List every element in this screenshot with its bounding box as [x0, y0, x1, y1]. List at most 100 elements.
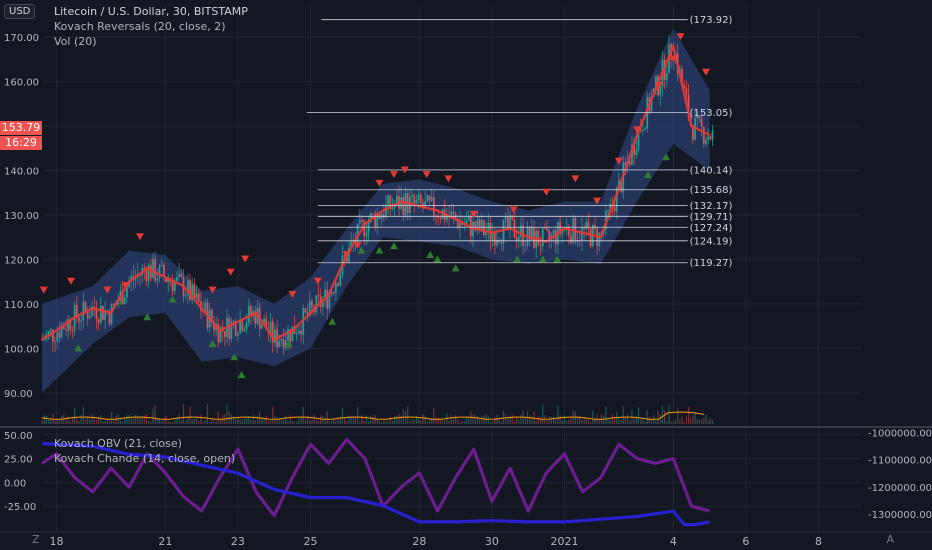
candle-body [245, 322, 248, 329]
volume-bar [237, 417, 239, 424]
candle-body [567, 226, 570, 236]
volume-bar [502, 410, 505, 424]
candle-body [260, 324, 263, 329]
volume-bar [267, 421, 270, 424]
volume-bar [568, 419, 570, 424]
currency-badge[interactable]: USD [4, 4, 36, 19]
legend-kovach-obv[interactable]: Kovach OBV (21, close) [54, 436, 235, 451]
volume-bar [148, 420, 150, 424]
volume-bar [344, 417, 346, 424]
volume-bar [426, 421, 428, 424]
volume-bar [437, 417, 439, 424]
volume-bar [269, 420, 272, 424]
volume-bar [298, 418, 300, 424]
volume-bar [592, 410, 594, 424]
candle-body [685, 88, 688, 95]
volume-bar [624, 417, 627, 424]
volume-bar [126, 414, 128, 424]
zoom-button[interactable]: Z [32, 533, 40, 546]
candle-body [152, 258, 154, 279]
legend-volume[interactable]: Vol (20) [54, 34, 248, 49]
price-axis-label: 90.00 [4, 389, 33, 400]
volume-bar [550, 416, 553, 424]
volume-bar [283, 420, 285, 424]
volume-bar [677, 408, 679, 424]
volume-bar [424, 415, 426, 424]
time-axis-label: 23 [231, 535, 245, 548]
volume-bar [250, 419, 252, 424]
volume-bar [367, 421, 370, 424]
volume-bar [152, 408, 154, 424]
volume-bar [324, 417, 326, 424]
volume-bar [361, 414, 363, 424]
candle-body [82, 301, 85, 321]
volume-bar [180, 420, 182, 424]
volume-bar [391, 420, 394, 424]
volume-bar [481, 415, 483, 424]
volume-bar [161, 420, 163, 424]
volume-bar [476, 415, 478, 424]
chart-canvas[interactable]: (173.92) (153.05) (140.14) (135.68) (132.17)… [0, 0, 932, 550]
candle-body [659, 86, 662, 96]
candle-body [287, 329, 289, 341]
candle-body [644, 128, 646, 130]
volume-bar [204, 420, 206, 424]
candle-body [387, 195, 390, 205]
volume-bar [555, 419, 557, 424]
volume-bar [455, 415, 457, 424]
candle-body [491, 233, 494, 240]
candle-body [509, 215, 511, 228]
candle-body [413, 194, 416, 204]
level-label: (135.68) [690, 185, 733, 196]
volume-bar [511, 414, 513, 424]
volume-bar [150, 421, 152, 424]
volume-bar [648, 416, 650, 424]
candle-body [158, 265, 161, 279]
volume-bar [78, 420, 80, 424]
candle-body [204, 302, 207, 312]
volume-bar [459, 421, 461, 424]
candle-body [587, 221, 590, 229]
candle-body [58, 332, 61, 338]
volume-bar [209, 421, 211, 424]
volume-bar [627, 414, 629, 424]
candle-body [500, 242, 503, 244]
volume-bar [611, 414, 613, 424]
volume-bar [89, 419, 91, 424]
level-label: (153.05) [690, 108, 733, 119]
volume-bar [291, 420, 293, 424]
symbol-title[interactable]: Litecoin / U.S. Dollar, 30, BITSTAMP [54, 4, 248, 19]
candle-body [232, 321, 235, 323]
volume-bar [69, 421, 71, 424]
volume-bar [659, 414, 661, 424]
volume-bar [174, 420, 176, 424]
candle-body [517, 236, 520, 241]
legend-kovach-chande[interactable]: Kovach Chande (14, close, open) [54, 451, 235, 466]
volume-bar [487, 415, 489, 424]
candle-body [337, 283, 339, 286]
legend-kovach-reversals[interactable]: Kovach Reversals (20, close, 2) [54, 19, 248, 34]
time-axis-label: 18 [50, 535, 64, 548]
volume-bar [261, 418, 263, 424]
candle-body [365, 232, 368, 236]
level-label: (132.17) [690, 201, 733, 212]
volume-bar [711, 420, 714, 424]
candle-body [145, 270, 148, 281]
volume-bar [185, 420, 187, 424]
candle-body [317, 295, 320, 297]
volume-bar [494, 416, 496, 424]
volume-bar [705, 414, 707, 424]
volume-bar [200, 414, 202, 424]
volume-bar [563, 415, 566, 424]
auto-scale-button[interactable]: A [886, 533, 894, 546]
volume-bar [47, 420, 50, 424]
candle-body [223, 330, 226, 338]
volume-bar [409, 420, 411, 424]
volume-bar [561, 420, 563, 424]
candle-body [71, 330, 74, 331]
volume-bar [420, 420, 422, 424]
volume-bar [132, 418, 135, 424]
volume-bar [402, 409, 404, 424]
volume-bar [509, 417, 511, 424]
candle-body [84, 301, 87, 311]
